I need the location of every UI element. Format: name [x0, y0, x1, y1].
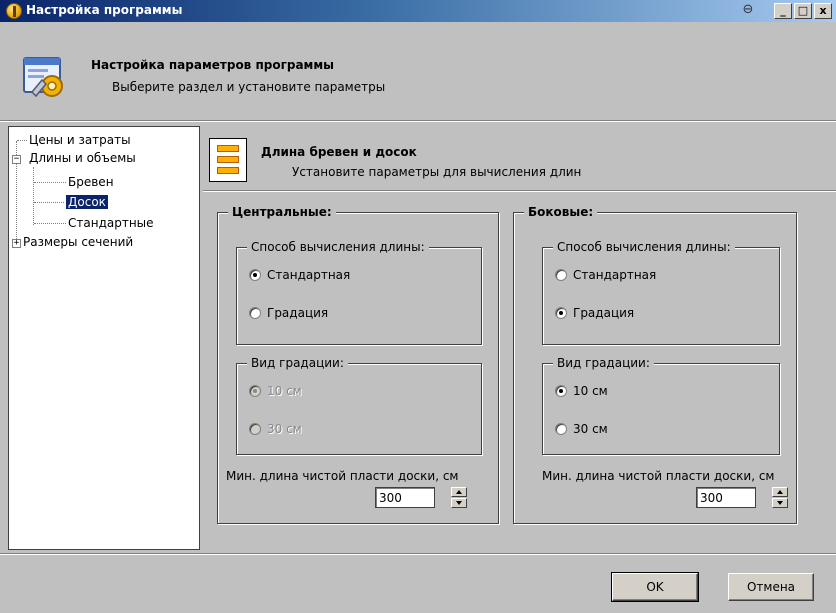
central-grad10-radio[interactable]: 10 см — [249, 384, 302, 398]
central-gradation-radio[interactable]: Градация — [249, 306, 328, 320]
board-bar — [217, 156, 239, 163]
title-bar[interactable]: Настройка программы ⊖ _ □ x — [0, 0, 836, 22]
settings-panel: Длина бревен и досок Установите параметр… — [203, 126, 836, 550]
side-grad30-label: 30 см — [573, 422, 608, 436]
side-method-group: Способ вычисления длины: Стандартная Гра… — [542, 240, 780, 345]
panel-subtitle: Установите параметры для вычисления длин — [292, 165, 582, 179]
footer-divider — [0, 553, 836, 555]
radio-unchecked-icon — [555, 423, 567, 435]
app-icon — [6, 3, 22, 19]
board-bar — [217, 145, 239, 152]
side-spin-up-button[interactable] — [772, 487, 788, 497]
radio-checked-icon — [249, 269, 261, 281]
dialog-header: Настройка параметров программы Выберите … — [0, 22, 836, 122]
radio-unchecked-icon — [249, 307, 261, 319]
collapse-icon[interactable]: − — [12, 155, 21, 164]
tree-connector — [34, 182, 66, 183]
window-title: Настройка программы — [26, 3, 183, 17]
expand-icon[interactable]: + — [12, 239, 21, 248]
side-gradation-label: Градация — [573, 306, 635, 320]
central-spin-down-button[interactable] — [451, 498, 467, 508]
central-grad-group: Вид градации: 10 см 30 см — [236, 356, 482, 455]
central-standard-radio[interactable]: Стандартная — [249, 268, 350, 282]
tree-item-boards[interactable]: Досок — [66, 195, 108, 209]
side-grad-title: Вид градации: — [553, 356, 654, 370]
central-spin-up-button[interactable] — [451, 487, 467, 497]
tree-connector — [34, 202, 64, 203]
ok-button[interactable]: OK — [611, 572, 699, 602]
side-grad-group: Вид градации: 10 см 30 см — [542, 356, 780, 455]
header-title: Настройка параметров программы — [91, 58, 335, 72]
tree-item-standard[interactable]: Стандартные — [68, 216, 154, 230]
radio-checked-icon — [555, 307, 567, 319]
sections-tree[interactable]: Цены и затраты − Длины и объемы Бревен Д… — [8, 126, 200, 550]
radio-unchecked-icon — [249, 423, 261, 435]
side-standard-label: Стандартная — [573, 268, 657, 282]
central-gradation-label: Градация — [267, 306, 329, 320]
side-min-length-label: Мин. длина чистой пласти доски, см — [542, 469, 775, 483]
side-grad30-radio[interactable]: 30 см — [555, 422, 608, 436]
boards-icon — [209, 138, 247, 182]
side-grad10-label: 10 см — [573, 384, 608, 398]
central-grad10-label: 10 см — [267, 384, 302, 398]
tree-item-lengths[interactable]: Длины и объемы — [29, 151, 136, 165]
header-divider — [0, 120, 836, 122]
side-group: Боковые: Способ вычисления длины: Станда… — [513, 205, 797, 524]
tree-connector — [17, 140, 27, 141]
panel-divider — [203, 190, 836, 192]
tree-item-sections[interactable]: Размеры сечений — [23, 235, 133, 249]
side-grad10-radio[interactable]: 10 см — [555, 384, 608, 398]
central-group-title: Центральные: — [228, 205, 336, 219]
side-gradation-radio[interactable]: Градация — [555, 306, 634, 320]
central-group: Центральные: Способ вычисления длины: Ст… — [217, 205, 499, 524]
central-grad30-radio[interactable]: 30 см — [249, 422, 302, 436]
side-min-length-input[interactable] — [696, 487, 756, 508]
minimize-button[interactable]: _ — [774, 3, 792, 19]
side-standard-radio[interactable]: Стандартная — [555, 268, 656, 282]
settings-window-icon — [23, 57, 63, 98]
central-min-length-label: Мин. длина чистой пласти доски, см — [226, 469, 459, 483]
side-spin-down-button[interactable] — [772, 498, 788, 508]
tree-item-prices[interactable]: Цены и затраты — [29, 133, 131, 147]
panel-title: Длина бревен и досок — [261, 145, 417, 159]
cancel-button[interactable]: Отмена — [728, 573, 814, 601]
radio-checked-icon — [249, 385, 261, 397]
radio-checked-icon — [555, 385, 567, 397]
central-method-title: Способ вычисления длины: — [247, 240, 429, 254]
central-grad-title: Вид градации: — [247, 356, 348, 370]
maximize-button[interactable]: □ — [794, 3, 812, 19]
header-subtitle: Выберите раздел и установите параметры — [112, 80, 386, 94]
tree-connector — [34, 223, 66, 224]
central-method-group: Способ вычисления длины: Стандартная Гра… — [236, 240, 482, 345]
radio-unchecked-icon — [555, 269, 567, 281]
tree-connector — [33, 167, 34, 225]
tree-item-logs[interactable]: Бревен — [68, 175, 114, 189]
pin-icon[interactable]: ⊖ — [740, 3, 756, 19]
side-method-title: Способ вычисления длины: — [553, 240, 735, 254]
central-min-length-input[interactable] — [375, 487, 435, 508]
board-bar — [217, 167, 239, 174]
close-button[interactable]: x — [814, 3, 832, 19]
central-grad30-label: 30 см — [267, 422, 302, 436]
central-standard-label: Стандартная — [267, 268, 351, 282]
side-group-title: Боковые: — [524, 205, 598, 219]
